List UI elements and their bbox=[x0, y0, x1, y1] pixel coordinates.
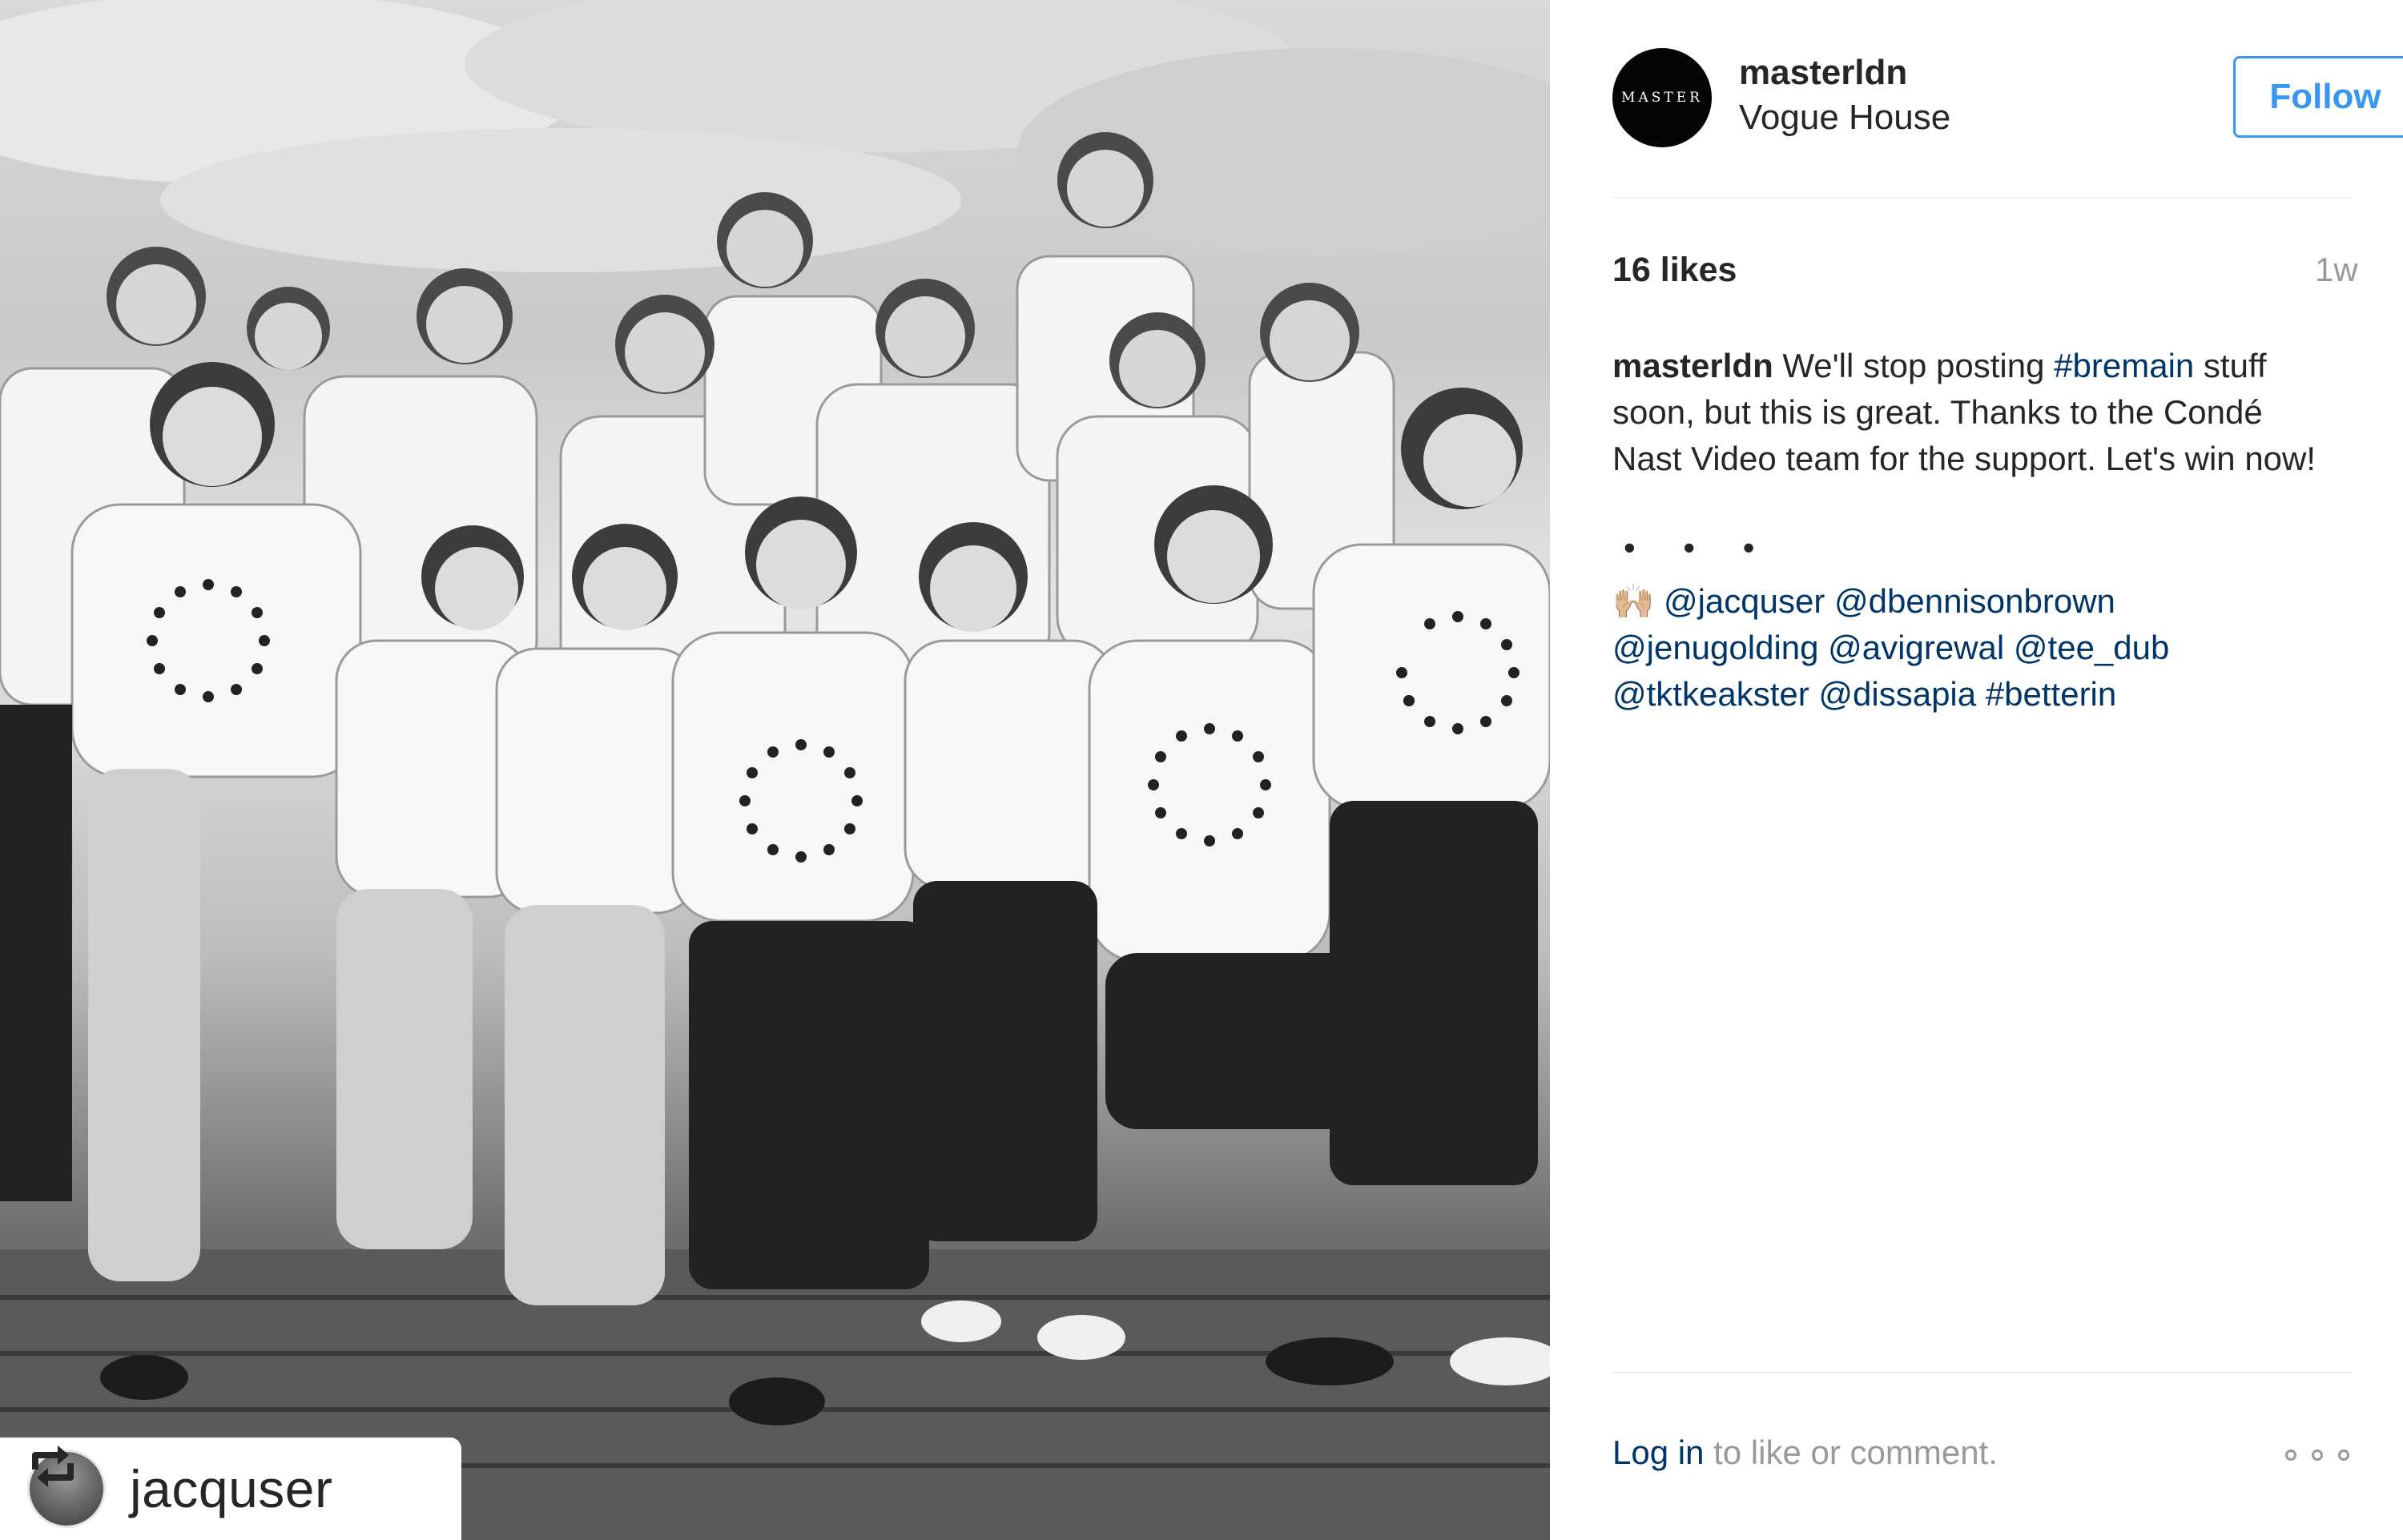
more-dot bbox=[2312, 1450, 2323, 1461]
post-photo[interactable]: jacquser bbox=[0, 0, 1550, 1540]
more-dot bbox=[2285, 1450, 2296, 1461]
profile-avatar[interactable]: MASTER bbox=[1612, 48, 1712, 147]
avatar-logo-text: MASTER bbox=[1621, 90, 1703, 106]
hashtag-link[interactable]: #betterin bbox=[1986, 675, 2116, 713]
repost-badge[interactable]: jacquser bbox=[0, 1437, 461, 1540]
post-header: MASTER masterldn Vogue House Follow bbox=[1612, 46, 2403, 151]
header-divider bbox=[1612, 197, 2352, 199]
mention-link[interactable]: @jenugolding bbox=[1612, 629, 1819, 666]
post-timestamp[interactable]: 1w bbox=[2315, 251, 2358, 289]
footer-divider bbox=[1612, 1372, 2352, 1373]
mention-link[interactable]: @avigrewal bbox=[1828, 629, 2004, 666]
mention-link[interactable]: @tktkeakster bbox=[1612, 675, 1809, 713]
mention-link[interactable]: @dbennisonbrown bbox=[1834, 582, 2115, 620]
post-details-panel: MASTER masterldn Vogue House Follow 16 l… bbox=[1550, 0, 2403, 1540]
mention-link[interactable]: @jacquser bbox=[1664, 582, 1825, 620]
follow-button[interactable]: Follow bbox=[2233, 56, 2403, 138]
post-caption: masterldn We'll stop posting #bremain st… bbox=[1612, 343, 2333, 482]
repost-username[interactable]: jacquser bbox=[130, 1458, 332, 1519]
location-link[interactable]: Vogue House bbox=[1739, 98, 1950, 138]
hashtag-link[interactable]: #bremain bbox=[2054, 347, 2194, 384]
login-prompt-text: to like or comment. bbox=[1704, 1433, 1998, 1471]
more-options-icon[interactable] bbox=[2285, 1439, 2349, 1471]
mention-link[interactable]: @tee_dub bbox=[2014, 629, 2169, 666]
photo-illustration bbox=[0, 0, 1550, 1540]
profile-username[interactable]: masterldn bbox=[1739, 53, 1907, 93]
mention-link[interactable]: @dissapia bbox=[1818, 675, 1976, 713]
likes-count[interactable]: 16 likes bbox=[1612, 251, 1737, 290]
caption-dots: • • • bbox=[1624, 529, 1774, 566]
repost-icon bbox=[32, 1446, 74, 1487]
more-dot bbox=[2338, 1450, 2349, 1461]
caption-mentions: 🙌🏼 @jacquser @dbennisonbrown @jenugoldin… bbox=[1612, 578, 2333, 718]
caption-username[interactable]: masterldn bbox=[1612, 347, 1773, 384]
login-link[interactable]: Log in bbox=[1612, 1433, 1704, 1471]
login-prompt: Log in to like or comment. bbox=[1612, 1433, 1998, 1472]
raised-hands-emoji: 🙌🏼 bbox=[1612, 582, 1655, 620]
caption-text-part: We'll stop posting bbox=[1773, 347, 2055, 384]
